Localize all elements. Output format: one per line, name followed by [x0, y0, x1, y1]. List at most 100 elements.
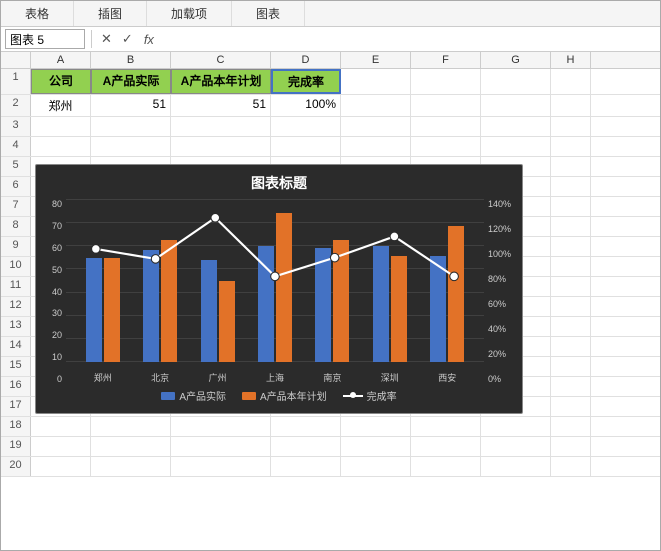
bar-group-inner: [373, 246, 407, 362]
cell-h4[interactable]: [551, 137, 591, 156]
cell-f4[interactable]: [411, 137, 481, 156]
cell-b18[interactable]: [91, 417, 171, 436]
cell-c2[interactable]: 51: [171, 95, 271, 116]
menu-addins[interactable]: 加载项: [147, 1, 232, 26]
cell-a2[interactable]: 郑州: [31, 95, 91, 116]
cell-h18[interactable]: [551, 417, 591, 436]
cell-b19[interactable]: [91, 437, 171, 456]
cell-a1[interactable]: 公司: [31, 69, 91, 94]
bar-plan: [104, 258, 120, 362]
cell-h15[interactable]: [551, 357, 591, 376]
col-header-g[interactable]: G: [481, 52, 551, 68]
cell-h9[interactable]: [551, 237, 591, 256]
cell-a4[interactable]: [31, 137, 91, 156]
menu-chart[interactable]: 图表: [232, 1, 305, 26]
cell-e4[interactable]: [341, 137, 411, 156]
cell-h13[interactable]: [551, 317, 591, 336]
cell-f2[interactable]: [411, 95, 481, 116]
cell-g19[interactable]: [481, 437, 551, 456]
col-header-b[interactable]: B: [91, 52, 171, 68]
cell-f19[interactable]: [411, 437, 481, 456]
cell-g1[interactable]: [481, 69, 551, 94]
bar-actual: [258, 246, 274, 362]
cell-a3[interactable]: [31, 117, 91, 136]
cell-f18[interactable]: [411, 417, 481, 436]
cell-h7[interactable]: [551, 197, 591, 216]
cell-c3[interactable]: [171, 117, 271, 136]
x-label: 广州: [200, 371, 236, 384]
cell-d20[interactable]: [271, 457, 341, 476]
cell-h11[interactable]: [551, 277, 591, 296]
cell-d3[interactable]: [271, 117, 341, 136]
cell-g3[interactable]: [481, 117, 551, 136]
chart-container[interactable]: 图表标题 80 70 60 50 40 30 20 10 0: [35, 164, 523, 414]
cell-d18[interactable]: [271, 417, 341, 436]
bars-area: [66, 199, 484, 362]
cell-e19[interactable]: [341, 437, 411, 456]
y-left-label: 80: [52, 199, 62, 209]
cell-e20[interactable]: [341, 457, 411, 476]
cell-f1[interactable]: [411, 69, 481, 94]
legend-actual: A产品实际: [161, 388, 226, 403]
cell-e3[interactable]: [341, 117, 411, 136]
confirm-btn[interactable]: ✓: [119, 31, 136, 47]
cell-a20[interactable]: [31, 457, 91, 476]
cell-d2[interactable]: 100%: [271, 95, 341, 116]
cell-b4[interactable]: [91, 137, 171, 156]
menu-insert[interactable]: 插图: [74, 1, 147, 26]
cell-d4[interactable]: [271, 137, 341, 156]
cell-h5[interactable]: [551, 157, 591, 176]
cell-c19[interactable]: [171, 437, 271, 456]
cell-h17[interactable]: [551, 397, 591, 416]
cell-h20[interactable]: [551, 457, 591, 476]
cell-h19[interactable]: [551, 437, 591, 456]
table-row: 18: [1, 417, 661, 437]
row-num-8: 8: [1, 217, 31, 236]
cell-g18[interactable]: [481, 417, 551, 436]
cell-e2[interactable]: [341, 95, 411, 116]
cell-a19[interactable]: [31, 437, 91, 456]
menu-table[interactable]: 表格: [1, 1, 74, 26]
cell-h12[interactable]: [551, 297, 591, 316]
cell-a18[interactable]: [31, 417, 91, 436]
cell-b1[interactable]: A产品实际: [91, 69, 171, 94]
cell-f3[interactable]: [411, 117, 481, 136]
cell-c20[interactable]: [171, 457, 271, 476]
cell-b2[interactable]: 51: [91, 95, 171, 116]
cell-h2[interactable]: [551, 95, 591, 116]
cell-c18[interactable]: [171, 417, 271, 436]
col-header-d[interactable]: D: [271, 52, 341, 68]
y-right-label: 120%: [488, 224, 511, 234]
cell-h14[interactable]: [551, 337, 591, 356]
formula-input[interactable]: [162, 30, 656, 48]
cell-g20[interactable]: [481, 457, 551, 476]
cell-e18[interactable]: [341, 417, 411, 436]
cell-g2[interactable]: [481, 95, 551, 116]
cell-d19[interactable]: [271, 437, 341, 456]
cell-f20[interactable]: [411, 457, 481, 476]
col-header-e[interactable]: E: [341, 52, 411, 68]
cell-h16[interactable]: [551, 377, 591, 396]
y-right-label: 60%: [488, 299, 506, 309]
cell-h3[interactable]: [551, 117, 591, 136]
cell-h1[interactable]: [551, 69, 591, 94]
cell-b20[interactable]: [91, 457, 171, 476]
bar-actual: [315, 248, 331, 362]
cell-e1[interactable]: [341, 69, 411, 94]
cell-d1[interactable]: 完成率: [271, 69, 341, 94]
cell-h10[interactable]: [551, 257, 591, 276]
cell-b3[interactable]: [91, 117, 171, 136]
name-box[interactable]: [5, 29, 85, 49]
col-header-f[interactable]: F: [411, 52, 481, 68]
cell-c1[interactable]: A产品本年计划: [171, 69, 271, 94]
col-header-h[interactable]: H: [551, 52, 591, 68]
col-header-a[interactable]: A: [31, 52, 91, 68]
y-left-label: 0: [57, 374, 62, 384]
cell-c4[interactable]: [171, 137, 271, 156]
col-header-c[interactable]: C: [171, 52, 271, 68]
cell-h6[interactable]: [551, 177, 591, 196]
cell-h8[interactable]: [551, 217, 591, 236]
y-right-label: 20%: [488, 349, 506, 359]
cell-g4[interactable]: [481, 137, 551, 156]
cancel-btn[interactable]: ✕: [98, 31, 115, 47]
